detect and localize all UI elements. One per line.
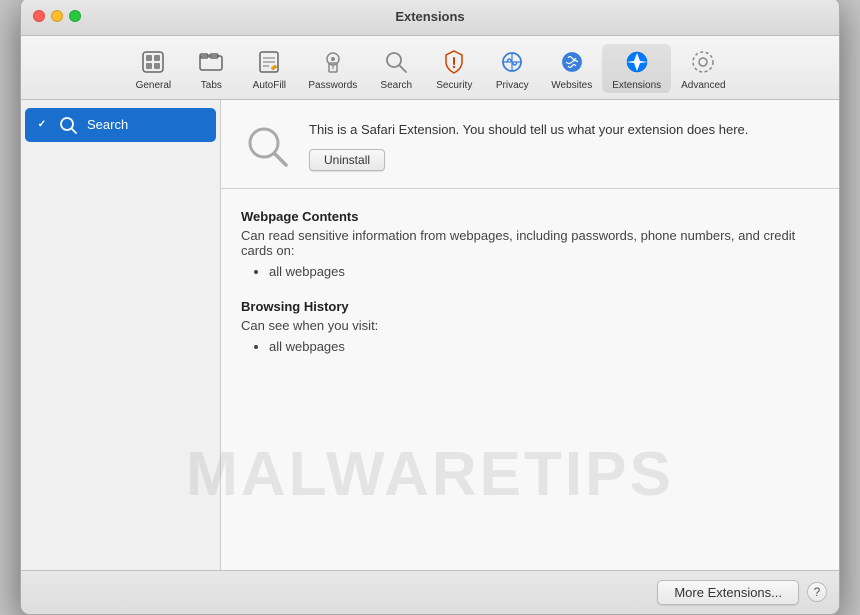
footer: More Extensions... ? — [21, 570, 839, 614]
toolbar-item-passwords[interactable]: Passwords — [298, 44, 367, 93]
extensions-icon — [621, 46, 653, 78]
window-title: Extensions — [395, 9, 464, 24]
titlebar: Extensions — [21, 0, 839, 36]
toolbar-item-websites[interactable]: Websites — [541, 44, 602, 93]
extension-body: Webpage Contents Can read sensitive info… — [221, 189, 839, 570]
toolbar-general-label: General — [136, 80, 172, 91]
permission-browsing-history: Browsing History Can see when you visit:… — [241, 299, 819, 354]
toolbar-privacy-label: Privacy — [496, 80, 529, 91]
more-extensions-button[interactable]: More Extensions... — [657, 580, 799, 605]
main-content: MALWARETIPS Search — [21, 100, 839, 570]
toolbar-item-privacy[interactable]: Privacy — [483, 44, 541, 93]
permission-webpage-list: all webpages — [241, 264, 819, 279]
toolbar: General Tabs — [21, 36, 839, 100]
list-item: all webpages — [269, 339, 819, 354]
toolbar-extensions-label: Extensions — [612, 80, 661, 91]
toolbar-websites-label: Websites — [551, 80, 592, 91]
passwords-icon — [317, 46, 349, 78]
main-window: Extensions General — [20, 0, 840, 615]
permission-webpage-title: Webpage Contents — [241, 209, 819, 224]
toolbar-item-tabs[interactable]: Tabs — [182, 44, 240, 93]
toolbar-item-search[interactable]: Search — [367, 44, 425, 93]
permission-history-list: all webpages — [241, 339, 819, 354]
permission-history-desc: Can see when you visit: — [241, 318, 819, 333]
privacy-icon — [496, 46, 528, 78]
toolbar-search-label: Search — [380, 80, 412, 91]
list-item: all webpages — [269, 264, 819, 279]
sidebar-item-search-ext[interactable]: Search — [25, 108, 216, 142]
general-icon — [137, 46, 169, 78]
permission-history-title: Browsing History — [241, 299, 819, 314]
toolbar-item-extensions[interactable]: Extensions — [602, 44, 671, 93]
advanced-icon — [687, 46, 719, 78]
toolbar-autofill-label: AutoFill — [253, 80, 286, 91]
minimize-button[interactable] — [51, 10, 63, 22]
extension-description: This is a Safari Extension. You should t… — [309, 120, 819, 140]
sidebar-ext-icon — [57, 114, 79, 136]
autofill-icon — [253, 46, 285, 78]
extension-header: This is a Safari Extension. You should t… — [221, 100, 839, 189]
traffic-lights — [33, 10, 81, 22]
help-button[interactable]: ? — [807, 582, 827, 602]
permission-webpage-contents: Webpage Contents Can read sensitive info… — [241, 209, 819, 279]
sidebar-ext-label: Search — [87, 117, 128, 132]
toolbar-item-general[interactable]: General — [124, 44, 182, 93]
toolbar-security-label: Security — [436, 80, 472, 91]
toolbar-passwords-label: Passwords — [308, 80, 357, 91]
toolbar-item-security[interactable]: Security — [425, 44, 483, 93]
extension-info: This is a Safari Extension. You should t… — [309, 120, 819, 172]
toolbar-item-advanced[interactable]: Advanced — [671, 44, 735, 93]
toolbar-advanced-label: Advanced — [681, 80, 725, 91]
tabs-icon — [195, 46, 227, 78]
close-button[interactable] — [33, 10, 45, 22]
uninstall-button[interactable]: Uninstall — [309, 149, 385, 171]
permission-webpage-desc: Can read sensitive information from webp… — [241, 228, 819, 258]
search-toolbar-icon — [380, 46, 412, 78]
sidebar: Search — [21, 100, 221, 570]
toolbar-tabs-label: Tabs — [201, 80, 222, 91]
maximize-button[interactable] — [69, 10, 81, 22]
toolbar-item-autofill[interactable]: AutoFill — [240, 44, 298, 93]
security-icon — [438, 46, 470, 78]
extension-icon — [241, 120, 293, 172]
websites-icon — [556, 46, 588, 78]
detail-panel: This is a Safari Extension. You should t… — [221, 100, 839, 570]
extension-checkbox[interactable] — [35, 118, 49, 132]
